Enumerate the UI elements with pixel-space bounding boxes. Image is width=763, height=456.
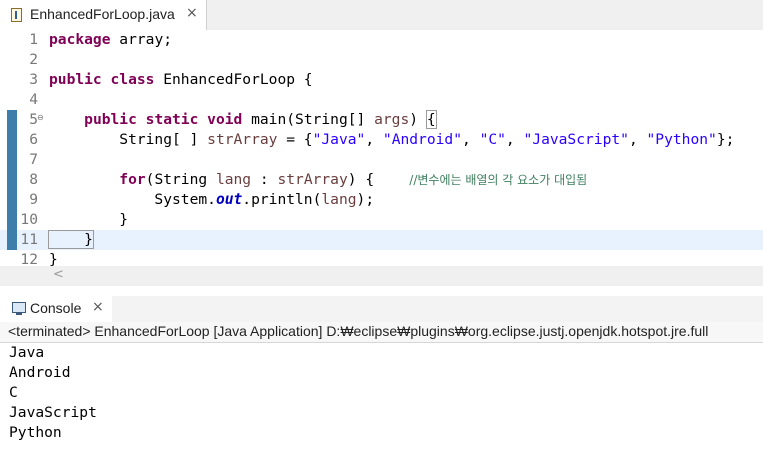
line-number: 3: [29, 71, 38, 88]
console-status-text: <terminated> EnhancedForLoop [Java Appli…: [8, 323, 709, 339]
line-number: 10: [20, 211, 38, 228]
code-line: 8 for(String lang : strArray) { //변수에는 배…: [0, 170, 763, 190]
fold-collapse-icon[interactable]: ⊖: [37, 113, 44, 122]
matching-brace: }: [48, 230, 94, 249]
change-ruler-marker: [7, 230, 17, 250]
matching-brace: {: [425, 110, 437, 129]
editor-tab-bar: EnhancedForLoop.java ×: [0, 0, 763, 31]
change-ruler-marker: [7, 170, 17, 190]
line-number: 4: [29, 91, 38, 108]
code-text: public class EnhancedForLoop {: [49, 71, 313, 88]
static-field: out: [215, 191, 243, 208]
code-fragment: :: [251, 171, 278, 188]
code-line: 4: [0, 90, 763, 110]
code-fragment: (String: [145, 171, 216, 188]
code-text: System.out.println(lang);: [49, 191, 374, 208]
code-fragment: = {: [277, 131, 313, 148]
code-comment: //변수에는 배열의 각 요소가 대입됨: [409, 173, 588, 187]
string-literal: "Python": [646, 131, 717, 148]
line-number: 6: [29, 131, 38, 148]
code-line: 9 System.out.println(lang);: [0, 190, 763, 210]
change-ruler-marker: [7, 150, 17, 170]
console-tab[interactable]: Console ×: [0, 296, 112, 322]
console-output[interactable]: Java Android C JavaScript Python: [0, 343, 763, 456]
console-output-line: Java: [9, 344, 45, 361]
console-output-line: Python: [9, 424, 62, 441]
code-fragment: array;: [110, 31, 173, 48]
code-line: 2: [0, 50, 763, 70]
code-text: for(String lang : strArray) { //변수에는 배열의…: [49, 171, 587, 188]
code-text: String[ ] strArray = {"Java", "Android",…: [49, 131, 734, 148]
code-editor[interactable]: 1 package array; 2 3 public class Enhanc…: [0, 30, 763, 268]
keyword: public static void: [84, 111, 243, 128]
string-literal: "C": [479, 131, 506, 148]
code-fragment: EnhancedForLoop {: [154, 71, 313, 88]
code-text: public static void main(String[] args) {: [49, 110, 437, 129]
console-output-line: JavaScript: [9, 404, 97, 421]
line-number: 11: [20, 231, 38, 248]
code-fragment: String[ ]: [49, 131, 208, 148]
change-ruler-marker: [7, 130, 17, 150]
comma: ,: [628, 131, 647, 148]
code-fragment: };: [716, 131, 735, 148]
code-fragment: main(String[]: [242, 111, 375, 128]
code-text: }: [48, 230, 94, 249]
keyword: public class: [49, 71, 155, 88]
variable-name: lang: [215, 171, 252, 188]
comma: ,: [461, 131, 480, 148]
editor-tab-enhancedforloop[interactable]: EnhancedForLoop.java ×: [0, 0, 207, 30]
code-fragment: ): [409, 111, 427, 128]
line-number: 8: [29, 171, 38, 188]
string-literal: "JavaScript": [523, 131, 629, 148]
code-text: package array;: [49, 31, 172, 48]
horizontal-scrollbar[interactable]: <: [0, 266, 763, 286]
close-icon[interactable]: ×: [92, 299, 104, 315]
code-line: 5 ⊖ public static void main(String[] arg…: [0, 110, 763, 130]
line-number: 2: [29, 51, 38, 68]
editor-tab-title: EnhancedForLoop.java: [30, 6, 175, 22]
parameter-name: args: [374, 111, 410, 128]
text-caret: [92, 231, 94, 247]
variable-name: strArray: [277, 171, 348, 188]
line-number: 1: [29, 31, 38, 48]
string-literal: "Android": [382, 131, 462, 148]
code-line: 1 package array;: [0, 30, 763, 50]
comma: ,: [365, 131, 383, 148]
code-fragment: );: [356, 191, 375, 208]
current-code-line: 11 }: [0, 230, 763, 250]
console-output-line: C: [9, 384, 18, 401]
code-fragment: System.: [49, 191, 216, 208]
line-number: 9: [29, 191, 38, 208]
console-monitor-icon: [12, 302, 26, 315]
code-line: 3 public class EnhancedForLoop {: [0, 70, 763, 90]
comma: ,: [505, 131, 524, 148]
code-fragment: ) {: [347, 171, 410, 188]
java-file-icon: [11, 8, 22, 22]
scroll-left-arrow-icon[interactable]: <: [53, 267, 64, 282]
console-tab-title: Console: [30, 300, 82, 316]
code-line: 10 }: [0, 210, 763, 230]
change-ruler-marker: [7, 110, 17, 130]
keyword: package: [49, 31, 111, 48]
code-line: 7: [0, 150, 763, 170]
console-tab-bar: Console ×: [0, 296, 763, 322]
line-number: 5: [29, 111, 38, 128]
code-line: 6 String[ ] strArray = {"Java", "Android…: [0, 130, 763, 150]
line-number: 7: [29, 151, 38, 168]
variable-name: strArray: [207, 131, 278, 148]
close-icon[interactable]: ×: [186, 5, 198, 21]
console-output-line: Android: [9, 364, 71, 381]
code-fragment: .println(: [242, 191, 322, 208]
change-ruler-marker: [7, 190, 17, 210]
keyword: for: [119, 171, 146, 188]
change-ruler-marker: [7, 210, 17, 230]
code-text: }: [49, 211, 129, 228]
variable-name: lang: [321, 191, 357, 208]
console-status-bar: <terminated> EnhancedForLoop [Java Appli…: [0, 322, 763, 343]
string-literal: "Java": [312, 131, 366, 148]
